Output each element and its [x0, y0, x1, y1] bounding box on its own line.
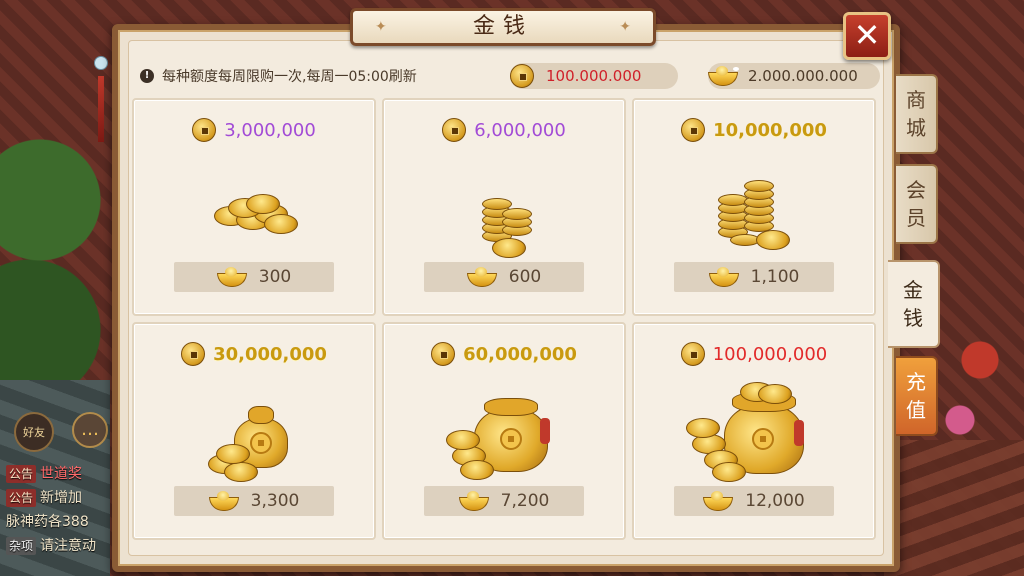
tab-label: 钱 — [903, 306, 923, 330]
package-amount-value: 100,000,000 — [712, 343, 828, 365]
copper-coin-icon — [192, 118, 217, 142]
panel-title: 金钱 — [350, 8, 656, 46]
money-bag-large-icon — [684, 382, 824, 484]
package-amount-value: 3,000,000 — [224, 119, 316, 141]
chat-text: 脉神药各388 — [6, 514, 89, 530]
friends-label: 好友 — [23, 426, 45, 439]
tab-label: 商 — [906, 88, 926, 112]
price-bar[interactable]: 1,100 — [674, 262, 834, 292]
chat-tag-announcement: 公告 — [6, 465, 37, 483]
tab-label: 金 — [903, 278, 923, 302]
package-card[interactable]: 60,000,000 7,200 — [382, 322, 626, 540]
package-amount: 60,000,000 — [384, 342, 624, 366]
copper-coin-icon — [442, 118, 467, 142]
package-amount: 6,000,000 — [384, 118, 624, 142]
gold-ingot-icon — [208, 491, 239, 511]
package-card[interactable]: 6,000,000 600 — [382, 98, 626, 316]
tab-mall[interactable]: 商 城 — [896, 74, 938, 154]
price-value: 3,300 — [250, 491, 300, 511]
gold-ingot-add-icon[interactable] — [708, 66, 738, 86]
gold-ingot-icon — [466, 267, 497, 287]
gold-ingot-icon — [708, 267, 739, 287]
tab-label: 会 — [906, 178, 926, 202]
chat-tag-misc: 杂项 — [6, 537, 37, 555]
package-grid: 3,000,000 300 6,000,000 600 10,000,000 1… — [132, 98, 876, 550]
price-bar[interactable]: 3,300 — [174, 486, 334, 516]
copper-coin-icon — [181, 342, 206, 366]
ingot-balance[interactable]: 2.000.000.000 — [708, 63, 880, 89]
gold-ingot-icon — [216, 267, 247, 287]
chat-line: 公告 世道奖 — [6, 462, 116, 486]
package-amount-value: 10,000,000 — [713, 119, 827, 141]
package-amount: 30,000,000 — [134, 342, 374, 366]
package-amount-value: 6,000,000 — [474, 119, 566, 141]
copper-coin-icon — [681, 118, 706, 142]
price-value: 12,000 — [745, 491, 805, 511]
chat-line: 公告 新增加 — [6, 486, 116, 510]
coins-stack-icon — [444, 160, 564, 260]
price-value: 7,200 — [500, 491, 550, 511]
tab-label: 城 — [906, 116, 926, 140]
hanging-ornament — [92, 36, 110, 146]
price-bar[interactable]: 12,000 — [674, 486, 834, 516]
exclamation-icon: ! — [140, 69, 154, 83]
package-amount: 100,000,000 — [634, 342, 874, 366]
price-value: 600 — [508, 267, 542, 287]
package-card[interactable]: 30,000,000 3,300 — [132, 322, 376, 540]
package-card[interactable]: 100,000,000 12,000 — [632, 322, 876, 540]
price-bar[interactable]: 600 — [424, 262, 584, 292]
chat-text: 新增加 — [40, 490, 83, 506]
package-amount-value: 60,000,000 — [463, 343, 577, 365]
chat-text: 请注意动 — [40, 538, 97, 554]
tab-label: 值 — [906, 398, 926, 422]
chat-log[interactable]: 公告 世道奖 公告 新增加 脉神药各388 杂项 请注意动 — [6, 462, 116, 558]
tab-recharge[interactable]: 充 值 — [896, 356, 938, 436]
copper-coin-icon — [431, 342, 456, 366]
package-card[interactable]: 10,000,000 1,100 — [632, 98, 876, 316]
background-roof-right — [884, 440, 1024, 576]
coin-balance: 100.000.000 — [510, 63, 678, 89]
close-button[interactable]: ✕ — [843, 12, 891, 60]
purchase-notice: ! 每种额度每周限购一次,每周一05:00刷新 — [140, 66, 417, 86]
price-bar[interactable]: 7,200 — [424, 486, 584, 516]
coins-stacks-icon — [694, 160, 814, 260]
money-bag-medium-icon — [444, 384, 564, 484]
coins-small-icon — [194, 160, 314, 260]
chat-line: 脉神药各388 — [6, 510, 116, 534]
tab-label: 员 — [906, 206, 926, 230]
package-card[interactable]: 3,000,000 300 — [132, 98, 376, 316]
package-amount: 3,000,000 — [134, 118, 374, 142]
price-value: 1,100 — [750, 267, 800, 287]
price-value: 300 — [258, 267, 292, 287]
gold-ingot-icon — [703, 491, 734, 511]
package-amount-value: 30,000,000 — [213, 343, 327, 365]
chat-controls: 好友 … — [14, 412, 108, 452]
tab-money[interactable]: 金 钱 — [888, 260, 940, 348]
money-bag-small-icon — [194, 384, 314, 484]
coin-balance-value: 100.000.000 — [546, 67, 642, 85]
chat-line: 杂项 请注意动 — [6, 534, 116, 558]
price-bar[interactable]: 300 — [174, 262, 334, 292]
ingot-balance-value: 2.000.000.000 — [748, 67, 858, 85]
copper-coin-icon — [680, 342, 705, 366]
package-amount: 10,000,000 — [634, 118, 874, 142]
tab-label: 充 — [906, 370, 926, 394]
close-icon: ✕ — [853, 16, 881, 54]
copper-coin-icon — [510, 64, 534, 88]
chat-text: 世道奖 — [40, 466, 83, 482]
chat-bubble-icon[interactable]: … — [72, 412, 108, 448]
tab-membership[interactable]: 会 员 — [896, 164, 938, 244]
info-row: ! 每种额度每周限购一次,每周一05:00刷新 100.000.000 2.00… — [140, 62, 880, 90]
chat-tag-announcement: 公告 — [6, 489, 37, 507]
notice-text: 每种额度每周限购一次,每周一05:00刷新 — [162, 69, 417, 85]
friends-button[interactable]: 好友 — [14, 412, 54, 452]
gold-ingot-icon — [458, 491, 489, 511]
